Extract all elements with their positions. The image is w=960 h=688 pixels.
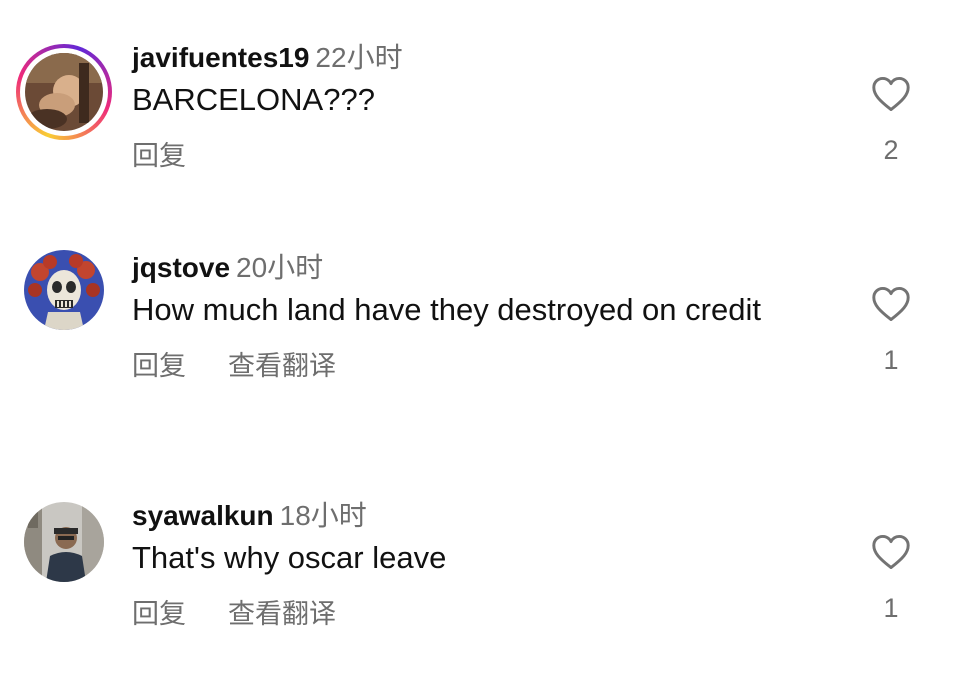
comment-body: javifuentes19 22小时 BARCELONA??? 回复 <box>132 40 832 173</box>
username[interactable]: javifuentes19 <box>132 42 309 73</box>
reply-button[interactable]: 回复 <box>132 351 186 381</box>
see-translation-button[interactable]: 查看翻译 <box>228 599 336 629</box>
timestamp: 18小时 <box>279 500 367 531</box>
heart-outline-icon[interactable] <box>871 286 911 322</box>
timestamp: 22小时 <box>315 42 403 73</box>
reply-button[interactable]: 回复 <box>132 599 186 629</box>
username[interactable]: syawalkun <box>132 500 274 531</box>
like-column: 1 <box>860 534 922 624</box>
comment-body: syawalkun 18小时 That's why oscar leave 回复 查… <box>132 498 832 631</box>
avatar[interactable] <box>16 242 112 338</box>
comment-item: syawalkun 18小时 That's why oscar leave 回复 查… <box>0 498 960 648</box>
comment-text: That's why oscar leave <box>132 540 447 575</box>
comment-text: How much land have they destroyed on cre… <box>132 292 761 327</box>
like-count[interactable]: 1 <box>860 344 922 376</box>
like-column: 2 <box>860 76 922 166</box>
reply-button[interactable]: 回复 <box>132 141 186 171</box>
comment-actions: 回复 查看翻译 <box>132 349 832 383</box>
heart-outline-icon[interactable] <box>871 534 911 570</box>
like-count[interactable]: 2 <box>860 134 922 166</box>
comment-item: jqstove 20小时 How much land have they dest… <box>0 250 960 440</box>
see-translation-button[interactable]: 查看翻译 <box>228 351 336 381</box>
story-ring <box>16 44 112 140</box>
like-count[interactable]: 1 <box>860 592 922 624</box>
username[interactable]: jqstove <box>132 252 230 283</box>
comment-actions: 回复 查看翻译 <box>132 597 832 631</box>
comment-text: BARCELONA??? <box>132 82 375 117</box>
avatar-image <box>24 502 104 582</box>
avatar[interactable] <box>16 494 112 590</box>
timestamp: 20小时 <box>236 252 324 283</box>
avatar-image <box>25 53 103 131</box>
like-column: 1 <box>860 286 922 376</box>
comment-body: jqstove 20小时 How much land have they dest… <box>132 250 832 383</box>
comment-actions: 回复 <box>132 139 832 173</box>
avatar-image <box>24 250 104 330</box>
heart-outline-icon[interactable] <box>871 76 911 112</box>
comment-item: javifuentes19 22小时 BARCELONA??? 回复 2 <box>0 40 960 190</box>
avatar[interactable] <box>16 44 112 140</box>
